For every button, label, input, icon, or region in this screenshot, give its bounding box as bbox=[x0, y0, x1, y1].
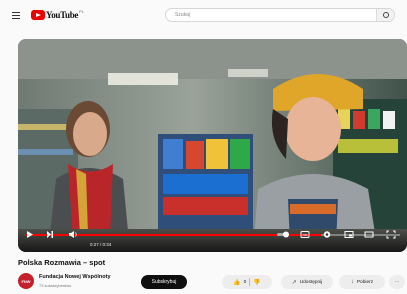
video-frame bbox=[18, 39, 407, 252]
logo-country: PL bbox=[79, 8, 84, 14]
menu-icon[interactable] bbox=[12, 12, 20, 21]
player-controls: 0:27 / 0:34 bbox=[18, 230, 407, 252]
play-icon[interactable] bbox=[26, 230, 34, 239]
share-arrow-icon: ↗ bbox=[291, 279, 297, 286]
search-icon[interactable] bbox=[376, 9, 394, 21]
more-icon: ··· bbox=[394, 279, 400, 285]
divider bbox=[249, 278, 251, 286]
volume-icon[interactable] bbox=[68, 230, 78, 239]
download-label: Pobierz bbox=[356, 279, 374, 285]
channel-name[interactable]: Fundacja Nowej Wspólnoty bbox=[39, 274, 111, 280]
share-label: Udostępnij bbox=[299, 279, 323, 285]
youtube-page: YouTube PL Szukaj 0:27 / 0:34 Polska Roz… bbox=[0, 0, 407, 294]
more-actions-button[interactable]: ··· bbox=[389, 275, 405, 289]
download-icon: ↓ bbox=[350, 279, 354, 285]
thumbs-up-icon[interactable]: 👍 bbox=[233, 279, 240, 286]
video-player[interactable]: 0:27 / 0:34 bbox=[18, 39, 407, 252]
share-button[interactable]: ↗ Udostępnij bbox=[281, 275, 333, 289]
time-display: 0:27 / 0:34 bbox=[90, 242, 112, 247]
youtube-logo[interactable]: YouTube PL bbox=[31, 8, 84, 20]
theater-mode-icon[interactable] bbox=[364, 230, 374, 239]
like-count: 0 bbox=[243, 279, 247, 285]
subscriber-count: 73 subskrybentów bbox=[39, 283, 72, 288]
logo-text: YouTube bbox=[46, 10, 79, 20]
search-input[interactable]: Szukaj bbox=[165, 8, 395, 22]
fullscreen-icon[interactable] bbox=[386, 230, 396, 239]
channel-avatar[interactable]: FNW bbox=[18, 273, 34, 289]
search-placeholder: Szukaj bbox=[175, 12, 191, 18]
subscribe-button[interactable]: Subskrybuj bbox=[141, 275, 187, 289]
subtitles-icon[interactable] bbox=[300, 230, 310, 239]
settings-gear-icon[interactable] bbox=[322, 230, 332, 239]
download-button[interactable]: ↓ Pobierz bbox=[339, 275, 385, 289]
thumbs-down-icon[interactable]: 👎 bbox=[253, 279, 260, 286]
miniplayer-icon[interactable] bbox=[344, 230, 354, 239]
next-icon[interactable] bbox=[46, 230, 54, 239]
video-title: Polska Rozmawia – spot bbox=[18, 258, 106, 267]
autoplay-toggle-icon[interactable] bbox=[276, 230, 290, 239]
youtube-play-icon bbox=[31, 10, 45, 20]
like-dislike-button[interactable]: 👍 0 👎 bbox=[222, 275, 272, 289]
